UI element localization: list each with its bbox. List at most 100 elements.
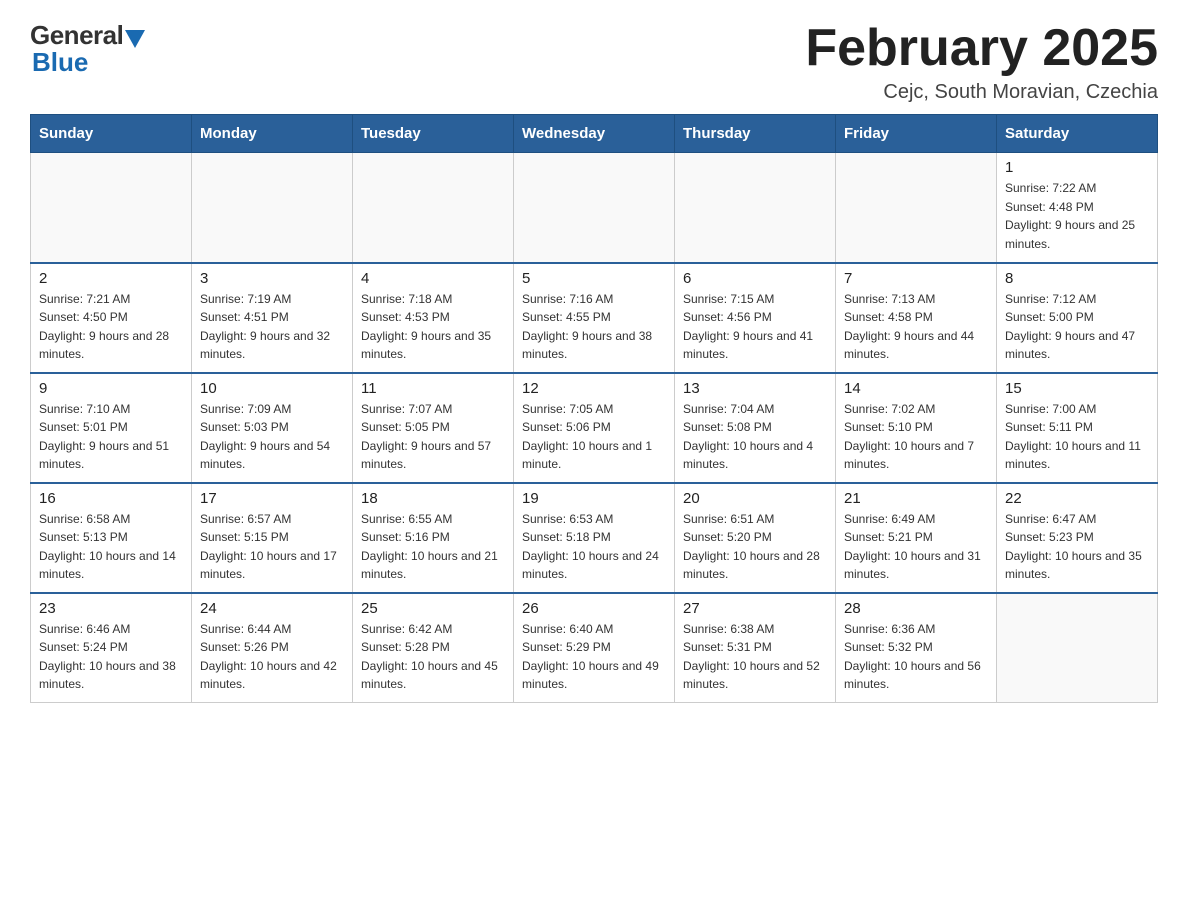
- day-number: 1: [1005, 159, 1149, 176]
- day-number: 10: [200, 380, 344, 397]
- calendar-cell: 27Sunrise: 6:38 AMSunset: 5:31 PMDayligh…: [675, 593, 836, 703]
- day-info: Sunrise: 6:44 AMSunset: 5:26 PMDaylight:…: [200, 620, 344, 694]
- calendar-week-row: 23 Sunrise: 6:46 AMSunset: 5:24 PMDayligh…: [31, 593, 1158, 703]
- calendar-header-row: SundayMondayTuesdayWednesdayThursdayFrid…: [31, 115, 1158, 153]
- day-number: 26: [522, 600, 666, 617]
- day-of-week-header: Sunday: [31, 115, 192, 153]
- calendar-cell: 5 Sunrise: 7:16 AMSunset: 4:55 PMDaylight…: [514, 263, 675, 373]
- calendar-cell: [997, 593, 1158, 703]
- calendar-cell: 22 Sunrise: 6:47 AMSunset: 5:23 PMDayligh…: [997, 483, 1158, 593]
- day-number: 15: [1005, 380, 1149, 397]
- calendar-cell: 12 Sunrise: 7:05 AMSunset: 5:06 PMDayligh…: [514, 373, 675, 483]
- calendar-cell: 18 Sunrise: 6:55 AMSunset: 5:16 PMDayligh…: [353, 483, 514, 593]
- day-info: Sunrise: 7:13 AMSunset: 4:58 PMDaylight:…: [844, 290, 988, 364]
- day-of-week-header: Thursday: [675, 115, 836, 153]
- day-info: Sunrise: 7:18 AMSunset: 4:53 PMDaylight:…: [361, 290, 505, 364]
- day-info: Sunrise: 6:47 AMSunset: 5:23 PMDaylight:…: [1005, 510, 1149, 584]
- calendar-cell: 3 Sunrise: 7:19 AMSunset: 4:51 PMDaylight…: [192, 263, 353, 373]
- calendar-cell: 8 Sunrise: 7:12 AMSunset: 5:00 PMDaylight…: [997, 263, 1158, 373]
- day-number: 12: [522, 380, 666, 397]
- day-number: 13: [683, 380, 827, 397]
- day-number: 9: [39, 380, 183, 397]
- day-of-week-header: Friday: [836, 115, 997, 153]
- day-info: Sunrise: 7:12 AMSunset: 5:00 PMDaylight:…: [1005, 290, 1149, 364]
- day-info: Sunrise: 6:49 AMSunset: 5:21 PMDaylight:…: [844, 510, 988, 584]
- calendar-cell: 11 Sunrise: 7:07 AMSunset: 5:05 PMDayligh…: [353, 373, 514, 483]
- calendar-cell: 10 Sunrise: 7:09 AMSunset: 5:03 PMDayligh…: [192, 373, 353, 483]
- day-number: 2: [39, 270, 183, 287]
- day-info: Sunrise: 7:00 AMSunset: 5:11 PMDaylight:…: [1005, 400, 1149, 474]
- calendar-week-row: 2 Sunrise: 7:21 AMSunset: 4:50 PMDaylight…: [31, 263, 1158, 373]
- day-number: 17: [200, 490, 344, 507]
- location-title: Cejc, South Moravian, Czechia: [805, 81, 1158, 104]
- day-info: Sunrise: 7:09 AMSunset: 5:03 PMDaylight:…: [200, 400, 344, 474]
- day-info: Sunrise: 7:16 AMSunset: 4:55 PMDaylight:…: [522, 290, 666, 364]
- calendar-table: SundayMondayTuesdayWednesdayThursdayFrid…: [30, 114, 1158, 703]
- day-info: Sunrise: 6:57 AMSunset: 5:15 PMDaylight:…: [200, 510, 344, 584]
- day-info: Sunrise: 7:05 AMSunset: 5:06 PMDaylight:…: [522, 400, 666, 474]
- calendar-cell: 6Sunrise: 7:15 AMSunset: 4:56 PMDaylight…: [675, 263, 836, 373]
- calendar-cell: 1 Sunrise: 7:22 AMSunset: 4:48 PMDaylight…: [997, 153, 1158, 263]
- day-of-week-header: Wednesday: [514, 115, 675, 153]
- day-info: Sunrise: 6:51 AMSunset: 5:20 PMDaylight:…: [683, 510, 827, 584]
- day-info: Sunrise: 6:42 AMSunset: 5:28 PMDaylight:…: [361, 620, 505, 694]
- day-info: Sunrise: 6:55 AMSunset: 5:16 PMDaylight:…: [361, 510, 505, 584]
- day-info: Sunrise: 6:40 AMSunset: 5:29 PMDaylight:…: [522, 620, 666, 694]
- day-info: Sunrise: 6:46 AMSunset: 5:24 PMDaylight:…: [39, 620, 183, 694]
- day-number: 21: [844, 490, 988, 507]
- day-info: Sunrise: 6:36 AMSunset: 5:32 PMDaylight:…: [844, 620, 988, 694]
- calendar-cell: 15 Sunrise: 7:00 AMSunset: 5:11 PMDayligh…: [997, 373, 1158, 483]
- day-info: Sunrise: 7:10 AMSunset: 5:01 PMDaylight:…: [39, 400, 183, 474]
- day-number: 5: [522, 270, 666, 287]
- day-number: 25: [361, 600, 505, 617]
- calendar-cell: [192, 153, 353, 263]
- calendar-cell: 21 Sunrise: 6:49 AMSunset: 5:21 PMDayligh…: [836, 483, 997, 593]
- calendar-cell: 4 Sunrise: 7:18 AMSunset: 4:53 PMDaylight…: [353, 263, 514, 373]
- day-info: Sunrise: 7:19 AMSunset: 4:51 PMDaylight:…: [200, 290, 344, 364]
- day-info: Sunrise: 7:22 AMSunset: 4:48 PMDaylight:…: [1005, 179, 1149, 253]
- day-number: 19: [522, 490, 666, 507]
- day-info: Sunrise: 7:21 AMSunset: 4:50 PMDaylight:…: [39, 290, 183, 364]
- day-info: Sunrise: 7:04 AMSunset: 5:08 PMDaylight:…: [683, 400, 827, 474]
- calendar-week-row: 16Sunrise: 6:58 AMSunset: 5:13 PMDayligh…: [31, 483, 1158, 593]
- logo: General Blue: [30, 20, 145, 78]
- calendar-cell: [675, 153, 836, 263]
- day-info: Sunrise: 7:07 AMSunset: 5:05 PMDaylight:…: [361, 400, 505, 474]
- logo-triangle-icon: [125, 30, 145, 48]
- day-number: 6: [683, 270, 827, 287]
- day-number: 11: [361, 380, 505, 397]
- calendar-cell: 13 Sunrise: 7:04 AMSunset: 5:08 PMDayligh…: [675, 373, 836, 483]
- day-of-week-header: Monday: [192, 115, 353, 153]
- calendar-cell: 26 Sunrise: 6:40 AMSunset: 5:29 PMDayligh…: [514, 593, 675, 703]
- logo-blue-text: Blue: [32, 47, 88, 78]
- day-number: 23: [39, 600, 183, 617]
- day-number: 3: [200, 270, 344, 287]
- calendar-cell: 9 Sunrise: 7:10 AMSunset: 5:01 PMDaylight…: [31, 373, 192, 483]
- calendar-cell: [353, 153, 514, 263]
- calendar-cell: 14Sunrise: 7:02 AMSunset: 5:10 PMDayligh…: [836, 373, 997, 483]
- day-number: 14: [844, 380, 988, 397]
- day-info: Sunrise: 6:38 AMSunset: 5:31 PMDaylight:…: [683, 620, 827, 694]
- calendar-cell: [31, 153, 192, 263]
- day-number: 4: [361, 270, 505, 287]
- day-number: 18: [361, 490, 505, 507]
- day-number: 24: [200, 600, 344, 617]
- calendar-cell: [836, 153, 997, 263]
- day-of-week-header: Tuesday: [353, 115, 514, 153]
- calendar-cell: 25 Sunrise: 6:42 AMSunset: 5:28 PMDayligh…: [353, 593, 514, 703]
- day-info: Sunrise: 6:58 AMSunset: 5:13 PMDaylight:…: [39, 510, 183, 584]
- day-number: 22: [1005, 490, 1149, 507]
- day-info: Sunrise: 6:53 AMSunset: 5:18 PMDaylight:…: [522, 510, 666, 584]
- month-title: February 2025: [805, 20, 1158, 77]
- day-number: 8: [1005, 270, 1149, 287]
- day-number: 20: [683, 490, 827, 507]
- calendar-cell: 28 Sunrise: 6:36 AMSunset: 5:32 PMDayligh…: [836, 593, 997, 703]
- page-header: General Blue February 2025 Cejc, South M…: [30, 20, 1158, 104]
- calendar-week-row: 9 Sunrise: 7:10 AMSunset: 5:01 PMDaylight…: [31, 373, 1158, 483]
- calendar-cell: 2 Sunrise: 7:21 AMSunset: 4:50 PMDaylight…: [31, 263, 192, 373]
- calendar-cell: [514, 153, 675, 263]
- calendar-cell: 7Sunrise: 7:13 AMSunset: 4:58 PMDaylight…: [836, 263, 997, 373]
- calendar-week-row: 1 Sunrise: 7:22 AMSunset: 4:48 PMDaylight…: [31, 153, 1158, 263]
- day-number: 28: [844, 600, 988, 617]
- calendar-cell: 20 Sunrise: 6:51 AMSunset: 5:20 PMDayligh…: [675, 483, 836, 593]
